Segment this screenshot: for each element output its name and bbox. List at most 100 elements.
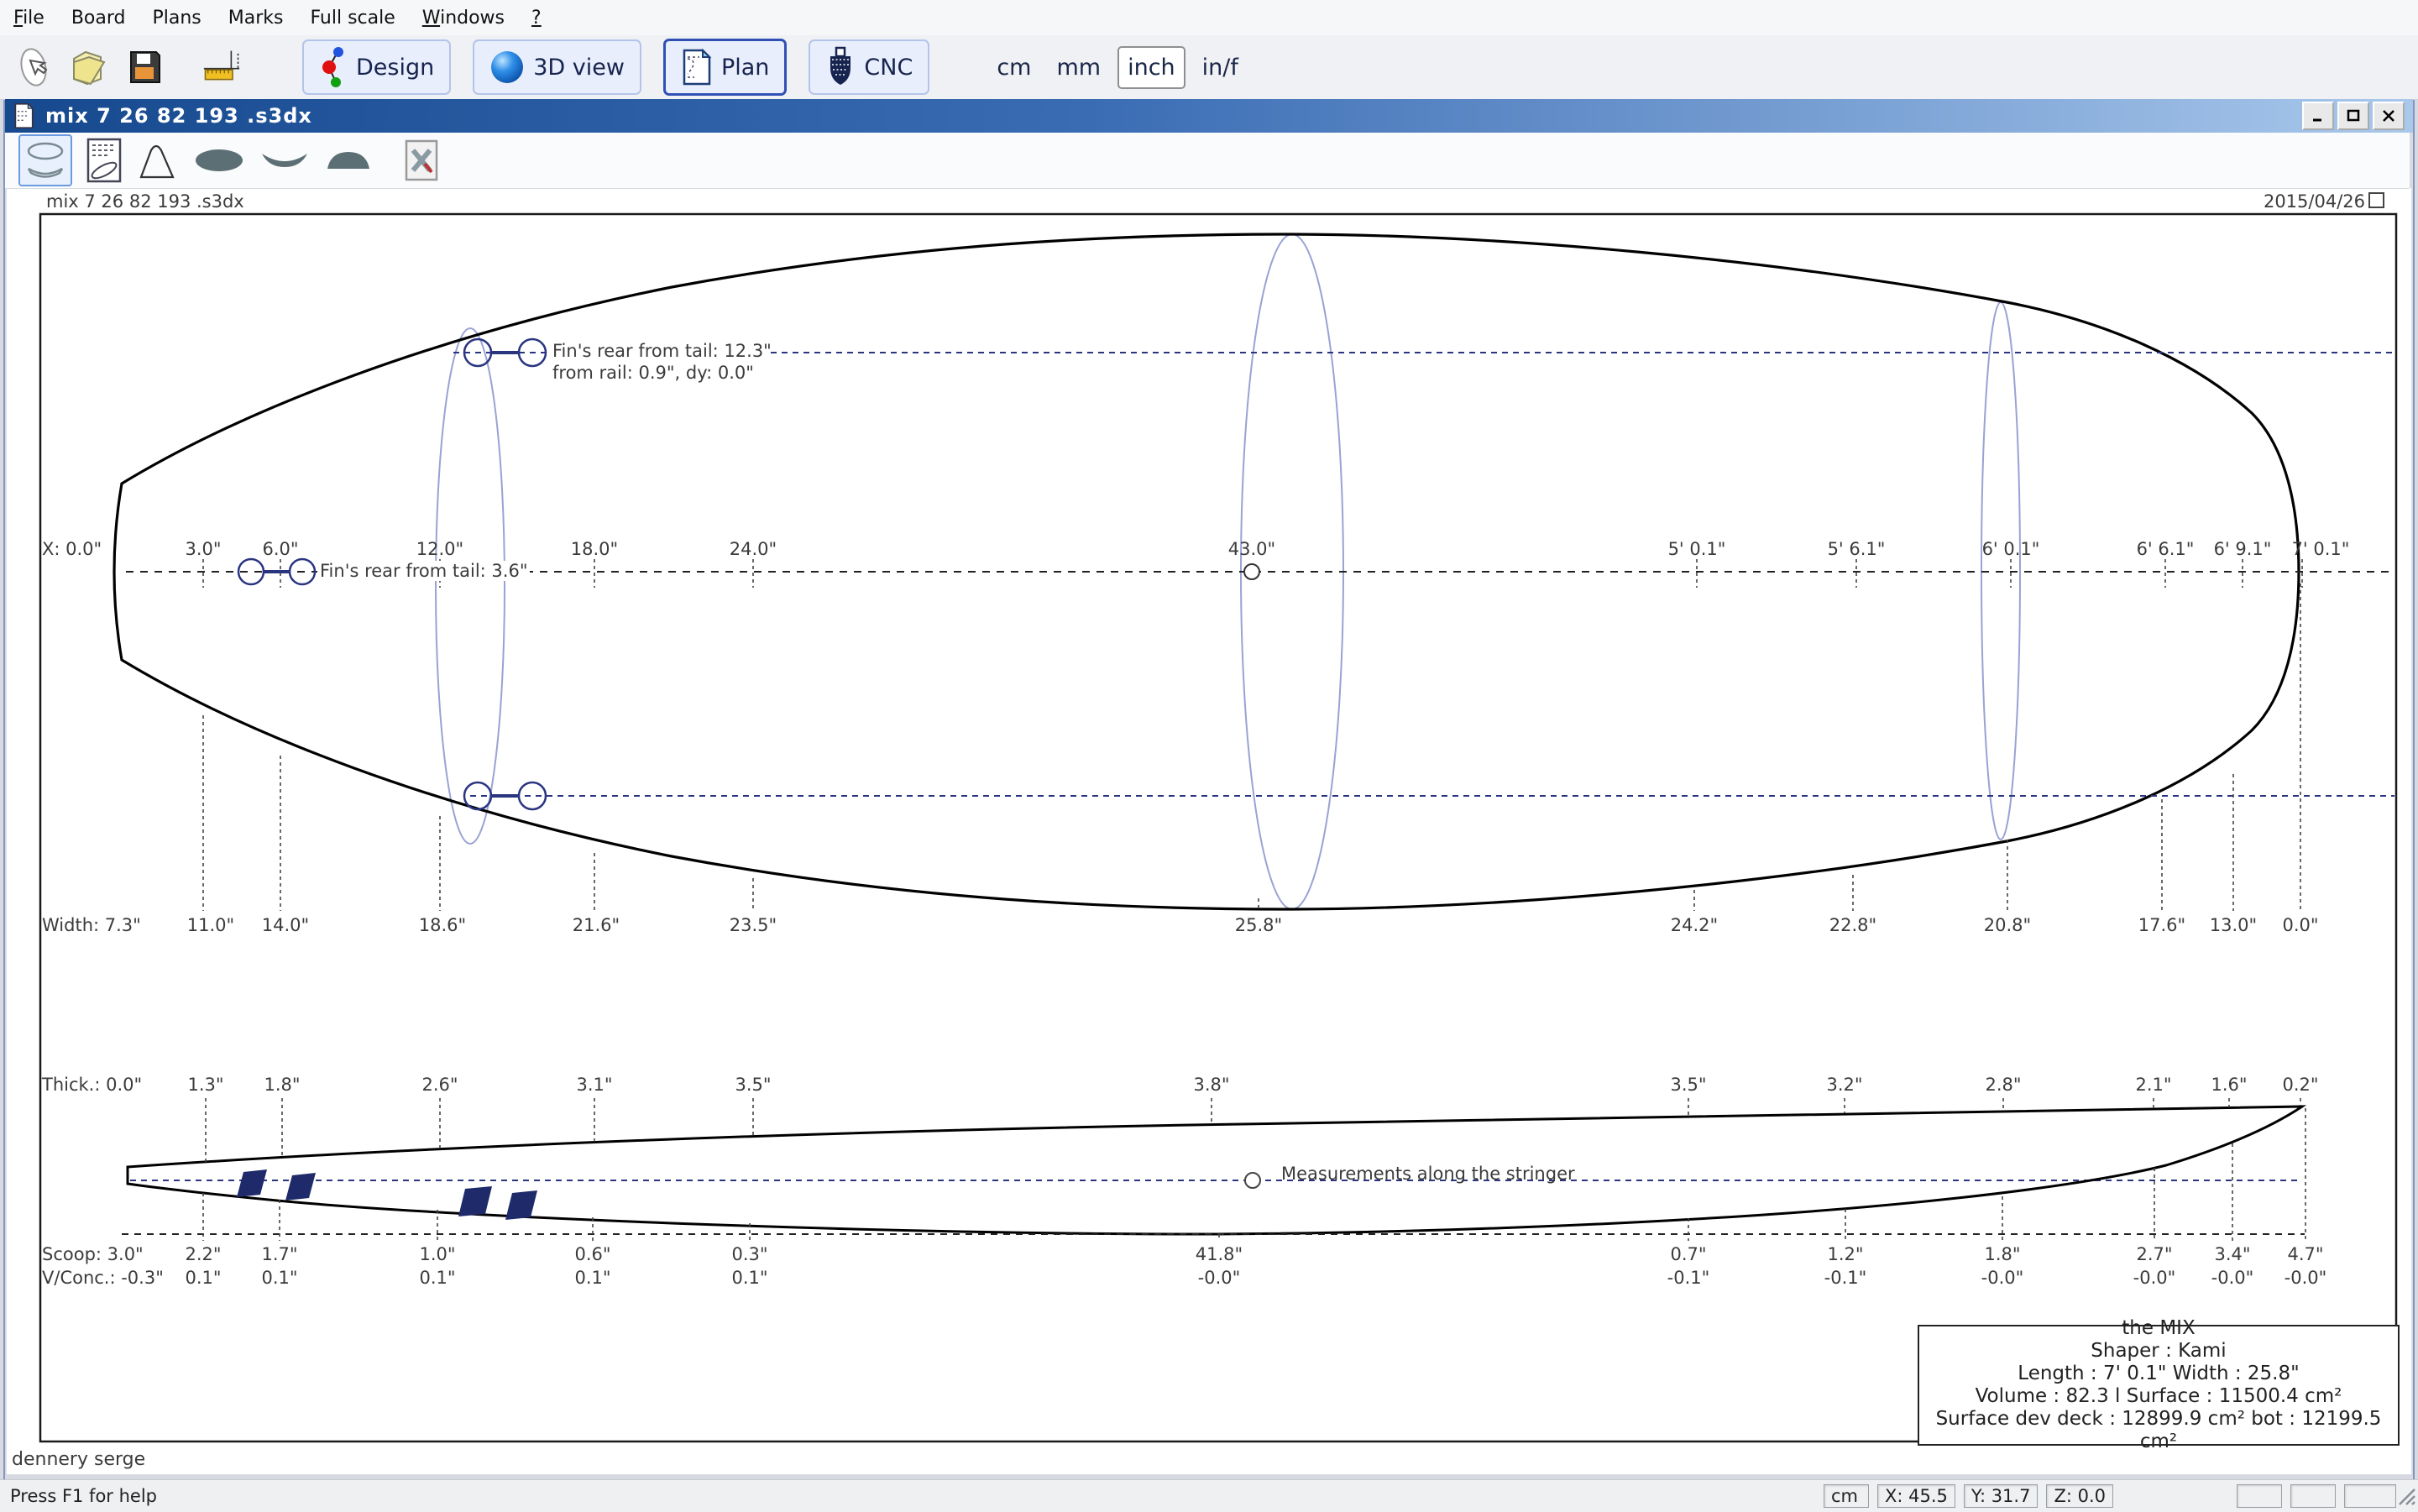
vconc-measurement-label: 0.1" <box>731 1268 768 1288</box>
close-button[interactable] <box>2373 102 2405 130</box>
thick-measurement-label: 3.8" <box>1193 1075 1230 1095</box>
menu-file[interactable]: File <box>0 8 58 29</box>
export-spreadsheet-icon[interactable] <box>403 136 440 185</box>
menu-marks[interactable]: Marks <box>215 8 297 29</box>
view-toolbar <box>5 133 2410 189</box>
info-line: Surface dev deck : 12899.9 cm² bot : 121… <box>1935 1408 2382 1452</box>
menu-[interactable]: ? <box>518 8 555 29</box>
curve-view-icon[interactable] <box>136 136 180 185</box>
unit-cm[interactable]: cm <box>988 48 1039 87</box>
date-text: 2015/04/26 <box>2263 191 2365 212</box>
x-measurement-label: 3.0" <box>185 539 222 559</box>
scoop-measurement-row: Scoop: 3.0" 2.2" 1.7" 1.0" 0.6" 0.3" 41.8" 0.7"… <box>0 1244 2418 1266</box>
menu-plans[interactable]: Plans <box>139 8 215 29</box>
open-file-icon[interactable] <box>67 44 111 91</box>
width-measurement-row: Width: 7.3" 11.0" 14.0" 18.6" 21.6" 23.5" 25.8… <box>0 915 2418 937</box>
main-toolbar: Design 3D view Plan CNC cm mm inch in/f <box>0 35 2418 100</box>
scoop-measurement-label: 2.7" <box>2136 1244 2173 1264</box>
window-controls <box>2302 102 2405 130</box>
unit-inch[interactable]: inch <box>1117 45 1185 89</box>
unit-in-f[interactable]: in/f <box>1194 48 1247 87</box>
rocker-solid-icon[interactable] <box>259 136 311 185</box>
outline-solid-icon[interactable] <box>193 136 245 185</box>
spec-sheet-icon[interactable] <box>86 136 123 185</box>
plan-doc-icon <box>683 48 712 86</box>
vconc-measurement-label: -0.1" <box>1824 1268 1867 1288</box>
design-button[interactable]: Design <box>302 39 452 95</box>
vconc-measurement-label: 0.1" <box>419 1268 456 1288</box>
status-help-text: Press F1 for help <box>10 1486 158 1506</box>
width-measurement-label: 14.0" <box>261 915 310 935</box>
width-measurement-label: 23.5" <box>729 915 777 935</box>
thick-measurement-row: Thick.: 0.0" 1.3" 1.8" 2.6" 3.1" 3.5" 3.8" 3.5"… <box>0 1075 2418 1096</box>
menu-bar: File Board Plans Marks Full scale Windows? <box>0 0 2418 36</box>
plan-button-label: Plan <box>720 54 770 81</box>
scoop-measurement-label: 0.3" <box>731 1244 768 1264</box>
thick-measurement-label: 3.5" <box>735 1075 772 1095</box>
3d-sphere-icon <box>491 51 524 83</box>
menu-windows[interactable]: Windows <box>409 8 518 29</box>
menu-board[interactable]: Board <box>58 8 139 29</box>
3d-view-button[interactable]: 3D view <box>473 39 641 95</box>
vconc-measurement-label: -0.1" <box>1667 1268 1710 1288</box>
thick-row-prefix: Thick.: 0.0" <box>42 1075 143 1095</box>
width-measurement-label: 18.6" <box>418 915 467 935</box>
vconc-measurement-label: -0.0" <box>2211 1268 2254 1288</box>
vconc-measurement-label: -0.0" <box>1981 1268 2024 1288</box>
plan-date: 2015/04/26 <box>2183 191 2384 212</box>
x-measurement-label: 24.0" <box>729 539 777 559</box>
x-measurement-label: 5' 0.1" <box>1667 539 1726 559</box>
vconc-measurement-label: 0.1" <box>185 1268 222 1288</box>
outline-view-icon[interactable] <box>18 134 72 186</box>
thick-measurement-label: 3.5" <box>1670 1075 1707 1095</box>
x-measurement-label: 6' 6.1" <box>2136 539 2195 559</box>
plan-filename: mix 7 26 82 193 .s3dx <box>46 191 244 212</box>
unit-mm[interactable]: mm <box>1048 48 1109 87</box>
width-row-prefix: Width: 7.3" <box>42 915 141 935</box>
info-line: the MIX <box>2122 1317 2196 1339</box>
dimensions-icon[interactable] <box>200 44 243 91</box>
unit-switcher: cm mm inch in/f <box>988 45 1247 89</box>
width-measurement-label: 24.2" <box>1670 915 1719 935</box>
design-icon <box>322 47 343 87</box>
vconc-measurement-label: -0.0" <box>2133 1268 2176 1288</box>
stringer-annotation: Measurements along the stringer <box>1281 1164 1575 1184</box>
thick-measurement-label: 2.1" <box>2135 1075 2172 1095</box>
date-checkbox[interactable] <box>2368 192 2384 208</box>
status-bar: Press F1 for help cm X: 45.5 Y: 31.7 Z: 0.0 <box>0 1479 2418 1512</box>
child-window-titlebar[interactable]: mix 7 26 82 193 .s3dx <box>5 99 2413 133</box>
thick-measurement-label: 2.6" <box>421 1075 458 1095</box>
user-name: dennery serge <box>12 1449 146 1470</box>
scoop-row-prefix: Scoop: 3.0" <box>42 1244 144 1264</box>
x-measurement-label: 43.0" <box>1227 539 1276 559</box>
menu-full-scale[interactable]: Full scale <box>296 8 408 29</box>
width-measurement-label: 11.0" <box>186 915 235 935</box>
status-panel: X: 45.5 <box>1877 1484 1955 1508</box>
width-measurement-label: 25.8" <box>1234 915 1283 935</box>
width-measurement-label: 21.6" <box>572 915 620 935</box>
thick-measurement-label: 3.1" <box>576 1075 613 1095</box>
status-empty-panels <box>2237 1484 2396 1508</box>
pointer-tool-icon[interactable] <box>12 44 55 91</box>
minimize-button[interactable] <box>2302 102 2334 130</box>
design-button-label: Design <box>356 54 435 81</box>
section-solid-icon[interactable] <box>324 136 373 185</box>
scoop-measurement-label: 0.6" <box>574 1244 611 1264</box>
vconc-row-prefix: V/Conc.: -0.3" <box>42 1268 164 1288</box>
thick-measurement-label: 1.3" <box>187 1075 224 1095</box>
x-measurement-row: X: 0.0" 3.0" 6.0" 12.0" 18.0" 24.0" 43.0" 5' 0.… <box>0 539 2418 561</box>
cnc-button-label: CNC <box>864 54 913 81</box>
plan-button[interactable]: Plan <box>662 39 788 96</box>
vconc-measurement-label: -0.0" <box>2284 1268 2327 1288</box>
maximize-button[interactable] <box>2337 102 2369 130</box>
document-icon <box>14 102 34 129</box>
width-measurement-label: 13.0" <box>2209 915 2258 935</box>
scoop-measurement-label: 1.0" <box>419 1244 456 1264</box>
cnc-button[interactable]: CNC <box>809 39 930 95</box>
status-panel: Z: 0.0 <box>2046 1484 2113 1508</box>
resize-grip[interactable] <box>2394 1484 2416 1510</box>
cnc-bit-icon <box>830 46 851 85</box>
vconc-measurement-label: -0.0" <box>1197 1268 1241 1288</box>
status-panel: cm <box>1824 1484 1869 1508</box>
save-icon[interactable] <box>123 44 166 91</box>
